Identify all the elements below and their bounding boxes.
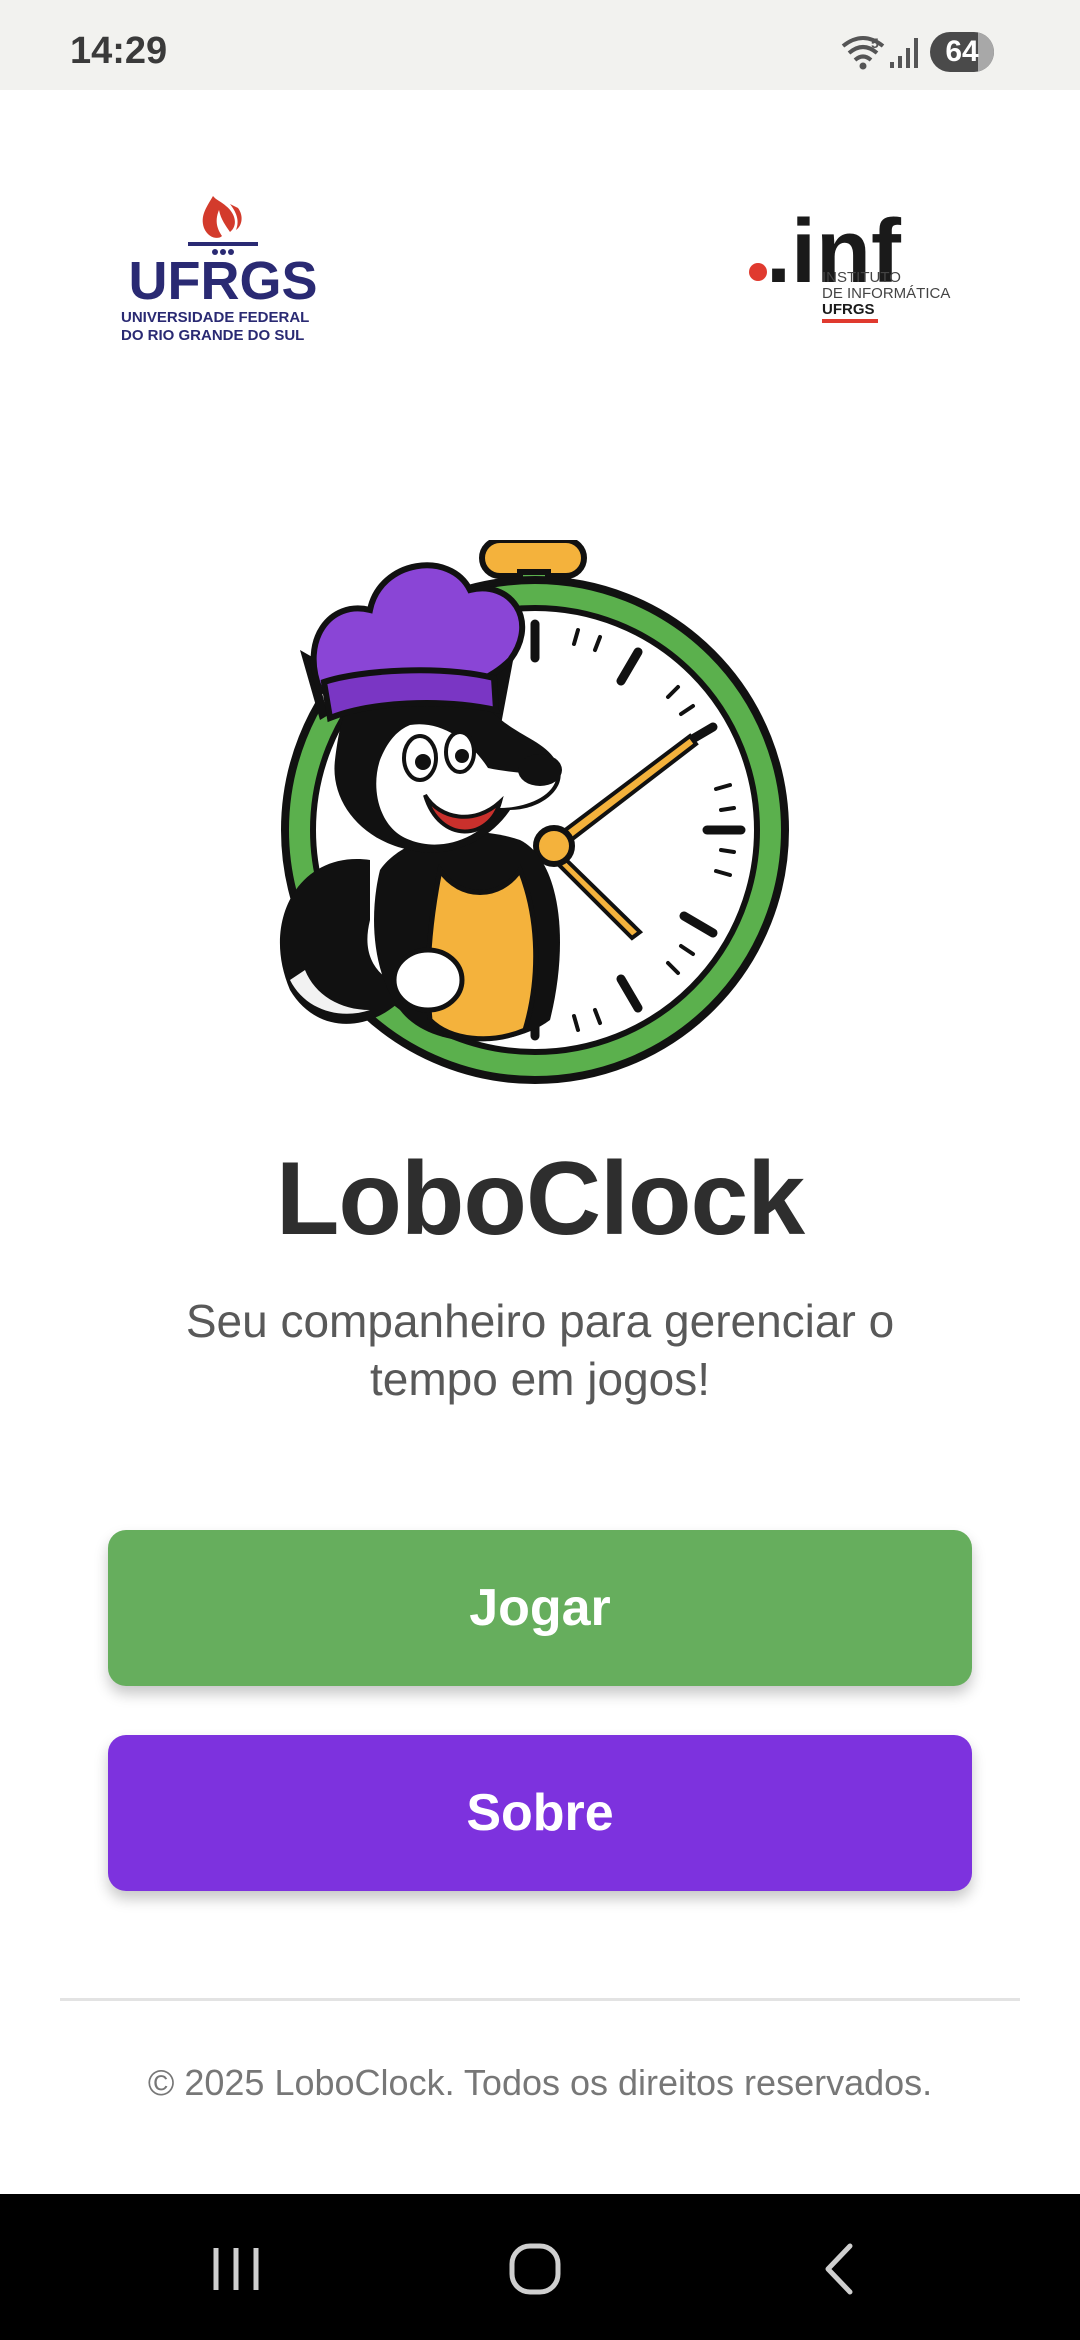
battery-level: 64 [945,35,979,68]
back-icon[interactable] [800,2234,880,2304]
battery-icon: 64 [930,32,994,72]
recents-icon[interactable] [196,2234,276,2304]
ufrgs-logo-name: UFRGS [129,251,318,311]
inf-logo-line3: UFRGS [822,301,875,318]
ufrgs-logo-line2: DO RIO GRANDE DO SUL [121,327,304,344]
copyright-text: © 2025 LoboClock. Todos os direitos rese… [147,2062,933,2103]
navigation-bar [0,2194,1080,2340]
wifi-badge: 5 [871,35,879,51]
status-time: 14:29 [70,30,168,72]
wifi-icon: 5 [841,35,885,70]
status-bar: 14:29 5 64 [0,0,1080,90]
about-button[interactable]: Sobre [108,1735,972,1891]
tagline: Seu companheiro para gerenciar o tempo e… [185,1295,895,1405]
inf-logo-line1: INSTITUTO [822,269,901,286]
home-icon[interactable] [496,2234,576,2304]
wolf-clock-mascot [279,540,789,1084]
inf-logo-line2: DE INFORMÁTICA [822,285,950,302]
inf-logo: .inf INSTITUTO DE INFORMÁTICA UFRGS [749,202,950,323]
ufrgs-logo: UFRGS UNIVERSIDADE FEDERAL DO RIO GRANDE… [121,196,318,344]
footer-divider [60,1998,1020,2001]
play-button[interactable]: Jogar [108,1530,972,1686]
app-title: LoboClock [275,1141,805,1257]
signal-icon [890,38,918,68]
ufrgs-logo-line1: UNIVERSIDADE FEDERAL [121,309,309,326]
